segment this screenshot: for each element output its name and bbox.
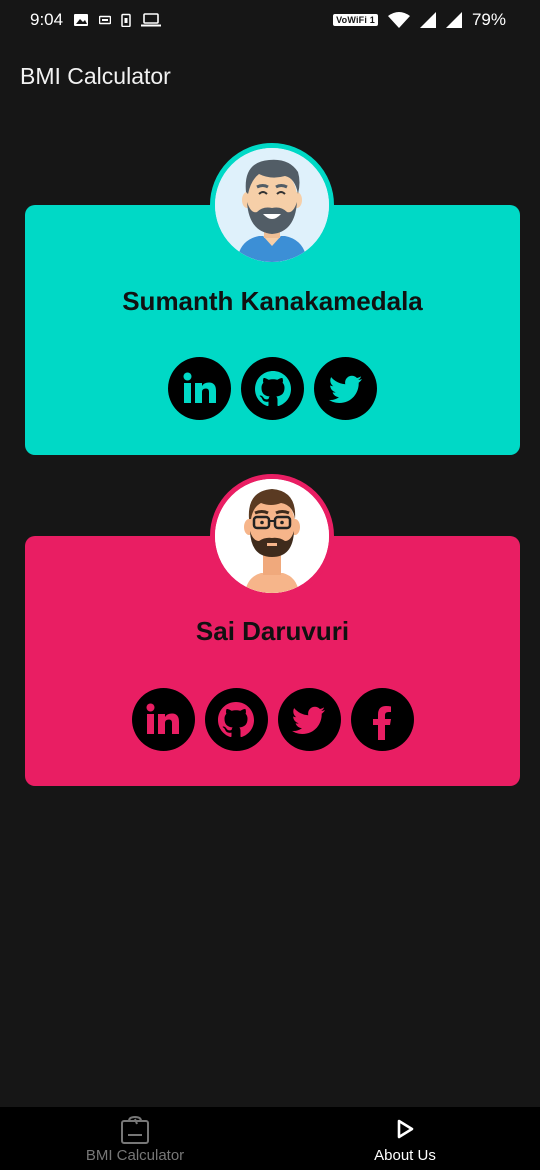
signal-icon-2 [445,12,462,28]
laptop-icon [141,13,162,27]
gallery-notification-icon [74,14,89,26]
github-icon [254,370,291,406]
battery-saver-icon [121,13,131,27]
man-with-glasses-avatar [215,479,329,593]
linkedin-icon [183,372,216,403]
twitter-link[interactable] [314,357,377,420]
nav-label: About Us [374,1147,436,1164]
bottom-nav: BMI Calculator About Us [0,1107,540,1170]
social-links [25,357,520,420]
twitter-link[interactable] [277,688,341,751]
page-title: BMI Calculator [20,62,171,89]
status-left: 9:04 [30,10,162,30]
wifi-icon [387,12,410,28]
profile-name: Sai Daruvuri [195,616,350,646]
vowifi-badge: VoWiFi 1 [333,14,378,26]
status-time: 9:04 [30,10,64,29]
github-link[interactable] [204,688,268,751]
facebook-link[interactable] [350,688,414,751]
nav-bmi-calculator[interactable]: BMI Calculator [0,1107,270,1170]
profile-name: Sumanth Kanakamedala [122,286,423,316]
social-links [25,688,520,751]
github-link[interactable] [241,357,304,420]
status-right: VoWiFi 1 79% [333,10,506,30]
linkedin-link[interactable] [168,357,231,420]
battery-percent: 79% [471,10,506,29]
avatar-sai [210,474,334,598]
status-bar: 9:04 VoWiFi 1 79% [0,0,540,40]
nav-about-us[interactable]: About Us [270,1107,540,1170]
play-icon [397,1119,414,1139]
scale-icon [121,1115,149,1144]
linkedin-icon [146,703,179,734]
nav-label: BMI Calculator [85,1147,185,1164]
smiling-bearded-man-avatar [215,148,329,262]
github-icon [218,701,254,737]
linkedin-link[interactable] [131,688,195,751]
twitter-icon [291,706,325,734]
avatar-sumanth [210,143,334,267]
signal-icon [419,12,436,28]
app-bar: BMI Calculator [0,40,540,112]
twitter-icon [328,375,362,403]
facebook-icon [373,705,391,740]
notification-icon [99,15,112,25]
